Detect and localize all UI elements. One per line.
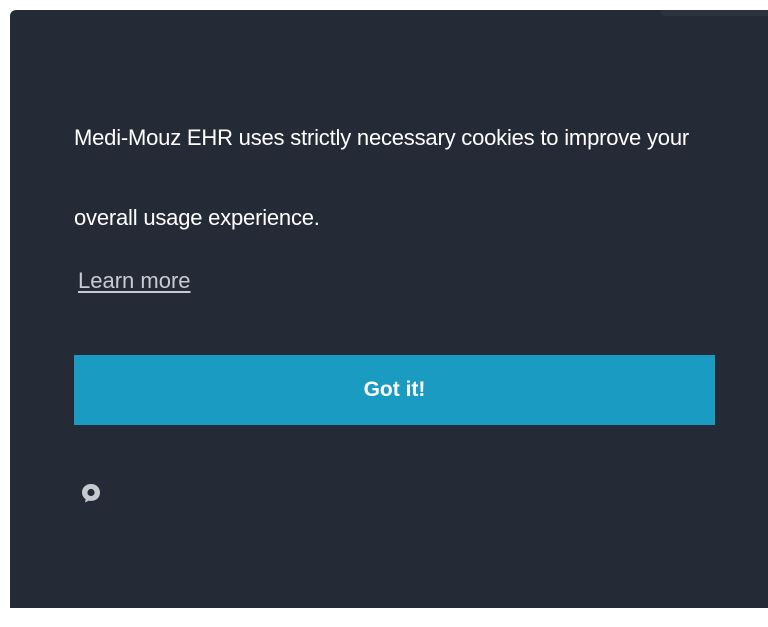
banner-top-edge (660, 10, 768, 16)
cookie-consent-banner: Medi-Mouz EHR uses strictly necessary co… (10, 10, 768, 608)
speech-bubble-icon (82, 484, 100, 503)
cookie-message: Medi-Mouz EHR uses strictly necessary co… (74, 125, 690, 230)
got-it-button[interactable]: Got it! (74, 355, 715, 425)
learn-more-link[interactable]: Learn more (78, 268, 191, 294)
